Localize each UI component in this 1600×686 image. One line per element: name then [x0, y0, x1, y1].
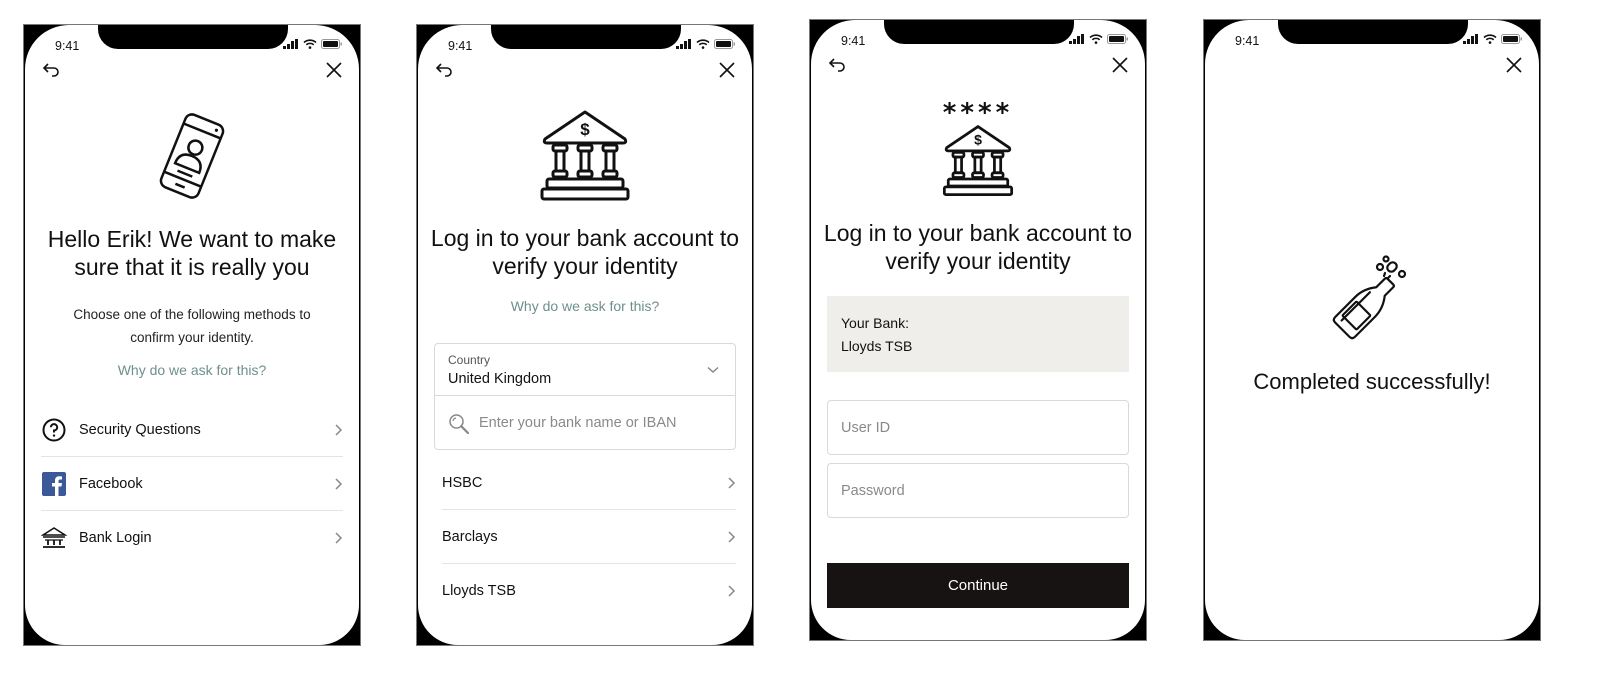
hero [1205, 254, 1539, 346]
country-value: United Kingdom [448, 371, 552, 387]
method-list: Security Questions Facebook Bank Login [41, 403, 343, 564]
battery-icon [321, 39, 342, 49]
continue-button[interactable]: Continue [827, 563, 1129, 608]
bank-dollar-icon: $ [942, 125, 1014, 197]
country-label: Country [448, 353, 491, 367]
back-icon[interactable] [827, 56, 847, 74]
chevron-right-icon [335, 531, 343, 544]
close-icon[interactable] [1111, 56, 1129, 74]
phone-user-icon [159, 113, 225, 199]
chevron-right-icon [335, 423, 343, 436]
phone-screen-choose-method: 9:41 Hello Erik! We want to make sure th… [23, 24, 361, 646]
bank-card-label: Your Bank: [841, 315, 909, 331]
status-time: 9:41 [55, 39, 80, 53]
page-title: Log in to your bank account to verify yo… [823, 220, 1133, 274]
notch [491, 25, 681, 49]
bank-card-value: Lloyds TSB [841, 338, 913, 354]
hero: $ [418, 109, 752, 203]
status-time: 9:41 [448, 39, 473, 53]
bank-item-lloyds[interactable]: Lloyds TSB [442, 564, 736, 617]
method-label: Security Questions [79, 421, 201, 438]
password-mask: **** [942, 98, 1014, 128]
status-icons [283, 39, 343, 49]
wifi-icon [1089, 34, 1103, 44]
search-icon [449, 414, 470, 435]
wifi-icon [1483, 34, 1497, 44]
facebook-icon [41, 471, 67, 497]
screen: 9:41 Completed successfully! [1205, 20, 1539, 640]
bank-search-input[interactable]: Enter your bank name or IBAN [434, 396, 736, 450]
user-id-placeholder: User ID [841, 420, 891, 436]
bank-icon [41, 525, 67, 551]
notch [1278, 20, 1468, 44]
screen: 9:41 Hello Erik! We want to make sure th… [25, 25, 359, 645]
method-label: Bank Login [79, 529, 152, 546]
close-icon[interactable] [718, 61, 736, 79]
password-placeholder: Password [841, 483, 905, 499]
back-icon[interactable] [434, 61, 454, 79]
page-title: Hello Erik! We want to make sure that it… [47, 226, 337, 280]
signal-icon [283, 39, 298, 49]
svg-text:$: $ [580, 120, 590, 139]
phone-screen-select-bank: 9:41 $ Log in to your bank account to ve… [416, 24, 754, 646]
success-message: Completed successfully! [1253, 369, 1491, 394]
password-input[interactable]: Password [827, 463, 1129, 518]
bank-item-hsbc[interactable]: HSBC [442, 456, 736, 510]
status-icons [1463, 34, 1523, 44]
champagne-icon [1332, 255, 1407, 340]
screen: 9:41 $ Log in to your bank account to ve… [418, 25, 752, 645]
status-icons [676, 39, 736, 49]
close-icon[interactable] [1505, 56, 1523, 74]
bank-item-barclays[interactable]: Barclays [442, 510, 736, 564]
svg-text:$: $ [974, 132, 982, 148]
wifi-icon [696, 39, 710, 49]
chevron-down-icon [707, 366, 719, 374]
status-icons [1069, 34, 1129, 44]
user-id-input[interactable]: User ID [827, 400, 1129, 455]
method-label: Facebook [79, 475, 143, 492]
bank-dollar-icon: $ [540, 110, 630, 201]
chevron-right-icon [728, 584, 736, 597]
method-security-questions[interactable]: Security Questions [41, 403, 343, 457]
status-time: 9:41 [1235, 34, 1260, 48]
screen: 9:41 **** $ Log in to your bank account … [811, 20, 1145, 640]
bank-label: Lloyds TSB [442, 582, 516, 599]
back-icon[interactable] [41, 61, 61, 79]
chevron-right-icon [728, 476, 736, 489]
signal-icon [676, 39, 691, 49]
notch [884, 20, 1074, 44]
search-placeholder: Enter your bank name or IBAN [479, 415, 677, 431]
status-time: 9:41 [841, 34, 866, 48]
bank-label: HSBC [442, 474, 483, 491]
wifi-icon [303, 39, 317, 49]
notch [98, 25, 288, 49]
method-facebook[interactable]: Facebook [41, 457, 343, 511]
method-bank-login[interactable]: Bank Login [41, 511, 343, 564]
bank-list: HSBC Barclays Lloyds TSB [442, 456, 736, 617]
chevron-right-icon [728, 530, 736, 543]
question-circle-icon [41, 417, 67, 443]
hero: **** $ [811, 98, 1145, 198]
phone-screen-bank-login: 9:41 **** $ Log in to your bank account … [809, 19, 1147, 641]
bank-label: Barclays [442, 528, 498, 545]
selected-bank-card: Your Bank: Lloyds TSB [827, 296, 1129, 372]
chevron-right-icon [335, 477, 343, 490]
battery-icon [1501, 34, 1522, 44]
country-select[interactable]: Country United Kingdom [434, 343, 736, 396]
signal-icon [1463, 34, 1478, 44]
battery-icon [714, 39, 735, 49]
signal-icon [1069, 34, 1084, 44]
why-link[interactable]: Why do we ask for this? [418, 298, 752, 314]
hero [25, 109, 359, 204]
close-icon[interactable] [325, 61, 343, 79]
battery-icon [1107, 34, 1128, 44]
page-title: Log in to your bank account to verify yo… [430, 225, 740, 279]
why-link[interactable]: Why do we ask for this? [25, 362, 359, 378]
phone-screen-success: 9:41 Completed successfully! [1203, 19, 1541, 641]
page-subtitle: Choose one of the following methods to c… [73, 307, 311, 345]
